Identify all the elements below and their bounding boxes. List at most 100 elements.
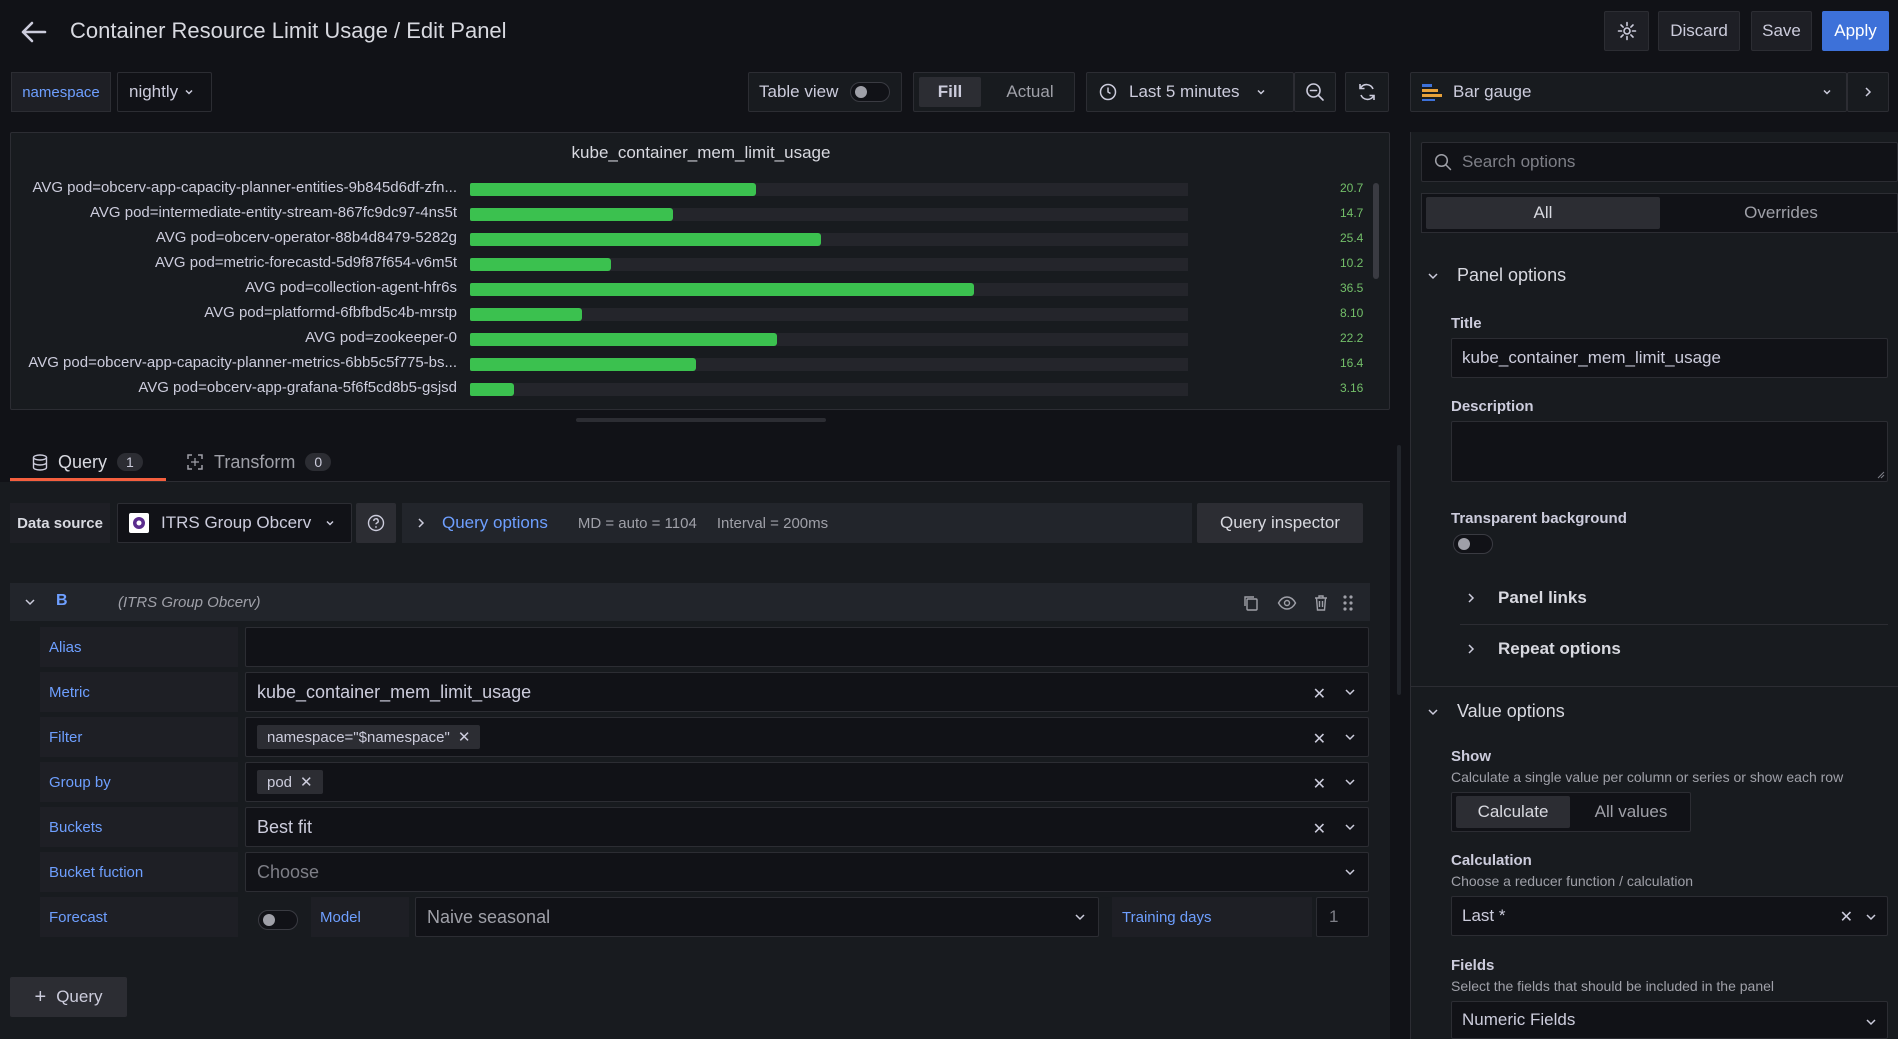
clear-icon[interactable]: ✕ [1313,684,1326,704]
bar-value: 25.4 [1340,231,1364,245]
value-options-label: Value options [1457,701,1565,721]
eye-icon[interactable] [1277,594,1297,612]
bar-value: 22.2 [1340,331,1364,345]
query-scrollbar[interactable] [1397,445,1401,695]
resize-grip-icon[interactable] [1877,471,1885,479]
dashboard-settings-button[interactable] [1604,11,1649,51]
variable-select[interactable]: nightly [117,72,212,112]
panel-links-label: Panel links [1498,588,1587,607]
chevron-down-icon [1866,914,1876,921]
time-range-picker[interactable]: Last 5 minutes [1086,72,1294,112]
transparent-background-label: Transparent background [1451,510,1627,527]
chevron-down-icon [326,520,334,526]
collapse-options-button[interactable] [1847,72,1889,112]
discard-button[interactable]: Discard [1658,11,1740,51]
alias-input[interactable] [245,627,1369,667]
table-view-switch[interactable] [850,82,891,102]
bar-value: 14.7 [1340,206,1364,220]
metric-select[interactable]: kube_container_mem_limit_usage ✕ [245,672,1369,712]
apply-button[interactable]: Apply [1822,11,1889,51]
duplicate-icon[interactable] [1242,594,1260,612]
refresh-button[interactable] [1345,72,1389,112]
bucket-function-select[interactable]: Choose [245,852,1369,892]
tab-all[interactable]: All [1426,197,1660,229]
panel-options-header[interactable]: Panel options [1427,265,1566,286]
buckets-select[interactable]: Best fit ✕ [245,807,1369,847]
show-calculate-option[interactable]: Calculate [1456,796,1570,828]
fill-option[interactable]: Fill [919,77,981,107]
bar-value: 16.4 [1340,356,1364,370]
add-query-label: Query [56,987,103,1006]
save-button[interactable]: Save [1751,11,1812,51]
forecast-switch[interactable] [258,910,298,930]
buckets-label: Buckets [40,807,238,847]
tab-overrides[interactable]: Overrides [1664,197,1898,229]
visualization-picker[interactable]: Bar gauge [1410,72,1847,112]
title-input[interactable]: kube_container_mem_limit_usage [1451,338,1888,378]
fields-label: Fields [1451,957,1495,974]
groupby-chip-label: pod [267,773,293,791]
table-view-label: Table view [759,82,839,101]
query-options-bar[interactable]: Query options MD = auto = 1104 Interval … [402,503,1192,543]
back-arrow-icon[interactable] [18,18,48,46]
value-options-header[interactable]: Value options [1427,701,1565,722]
training-days-input[interactable]: 1 [1316,897,1369,937]
panel-scrollbar[interactable] [1373,183,1379,279]
tab-query[interactable]: Query 1 [18,443,166,481]
bar-track [470,283,1188,296]
remove-chip-icon[interactable]: ✕ [300,773,313,791]
panel-options-label: Panel options [1457,265,1567,285]
metric-value: kube_container_mem_limit_usage [257,681,532,702]
bar-fill [470,183,756,196]
chevron-down-icon[interactable] [24,597,36,607]
fields-description: Select the fields that should be include… [1451,978,1775,994]
tab-transform[interactable]: Transform 0 [176,443,346,481]
description-textarea[interactable] [1451,421,1888,482]
query-options-md: MD = auto = 1104 [577,514,697,532]
actual-option[interactable]: Actual [992,77,1068,107]
calculation-select[interactable]: Last * ✕ [1451,896,1888,936]
gear-icon [1617,21,1636,41]
chevron-down-icon [1345,734,1355,741]
calculation-label: Calculation [1451,852,1532,869]
search-options-input[interactable]: Search options [1421,142,1898,182]
repeat-options-header[interactable]: Repeat options [1466,639,1888,659]
clear-icon[interactable]: ✕ [1840,907,1853,927]
alias-label: Alias [40,627,238,667]
model-select[interactable]: Naive seasonal [415,897,1099,937]
clear-icon[interactable]: ✕ [1313,729,1326,749]
filter-select[interactable]: namespace="$namespace" ✕ ✕ [245,717,1369,757]
bar-track [470,358,1188,371]
clear-icon[interactable]: ✕ [1313,819,1326,839]
bar-label: AVG pod=intermediate-entity-stream-867fc… [90,204,457,221]
show-all-values-option[interactable]: All values [1574,796,1688,828]
divider [1460,624,1888,625]
chevron-down-icon [1075,914,1085,921]
chevron-right-icon [418,518,425,528]
panel-links-header[interactable]: Panel links [1466,588,1888,608]
bar-fill [470,233,821,246]
repeat-options-label: Repeat options [1498,639,1621,658]
bar-fill [470,208,673,221]
query-inspector-button[interactable]: Query inspector [1197,503,1363,543]
datasource-picker[interactable]: ITRS Group Obcerv [117,503,352,543]
trash-icon[interactable] [1313,594,1329,612]
bar-fill [470,258,611,271]
drag-handle-icon[interactable] [1342,594,1354,612]
clear-icon[interactable]: ✕ [1313,774,1326,794]
remove-chip-icon[interactable]: ✕ [458,728,471,746]
bar-label: AVG pod=collection-agent-hfr6s [245,279,457,296]
bar-fill [470,333,777,346]
filter-label: Filter [40,717,238,757]
zoom-out-button[interactable] [1294,72,1336,112]
groupby-select[interactable]: pod ✕ ✕ [245,762,1369,802]
add-query-button[interactable]: + Query [10,977,127,1017]
query-options-label: Query options [442,513,548,532]
fields-select[interactable]: Numeric Fields [1451,1001,1888,1039]
datasource-help-button[interactable] [356,503,396,543]
bar-value: 20.7 [1340,181,1364,195]
table-view-toggle[interactable]: Table view [748,72,902,112]
transparent-background-switch[interactable] [1453,534,1493,554]
query-ref-id[interactable]: B [56,592,68,610]
panel-resize-handle[interactable] [576,418,826,422]
